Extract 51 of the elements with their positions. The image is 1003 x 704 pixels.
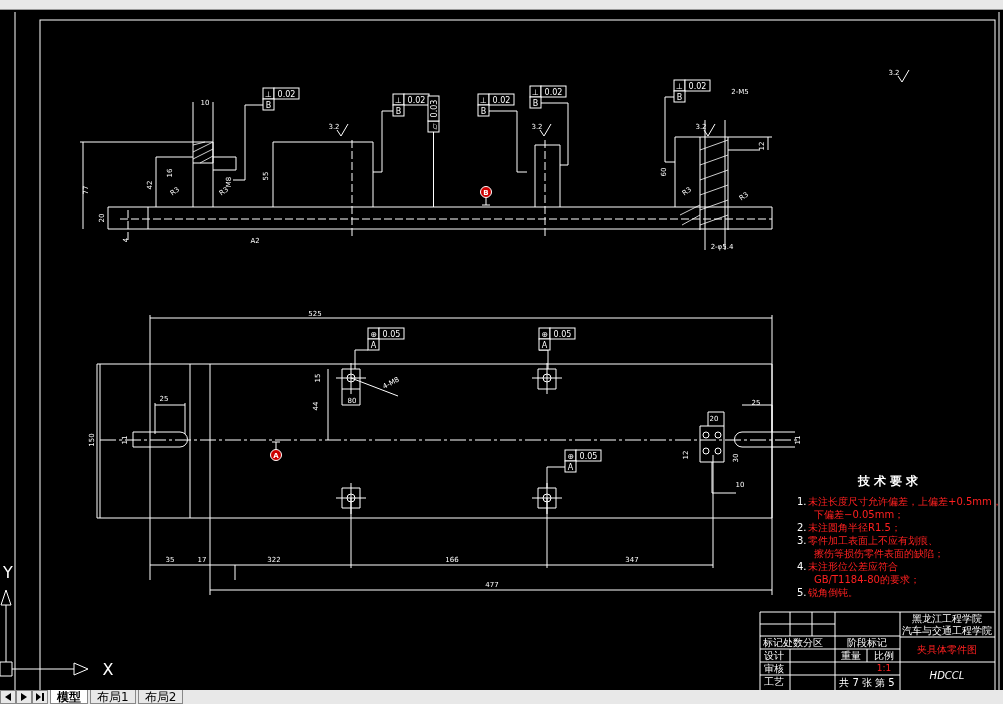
right-arrow-icon [21, 693, 27, 701]
tolerance-frame: ⊥ 0.02 B [673, 79, 711, 103]
list-number: 5. [797, 587, 807, 598]
list-number: 2. [797, 522, 807, 533]
leader-line [354, 349, 369, 370]
requirement-text: 零件加工表面上不应有划痕、 [808, 535, 938, 546]
tolerance-frame: ⊥ 0.02 B [477, 93, 515, 117]
title-block-label: 重量 [841, 650, 861, 661]
school-name: 汽车与交通工程学院 [902, 625, 992, 636]
requirement-text: 擦伤等损伤零件表面的缺陷； [814, 548, 944, 559]
last-arrow-icon [36, 693, 44, 701]
tolerance-frame: ▱ 0.03 [427, 95, 440, 133]
requirement-text: GB/T1184-80的要求； [814, 574, 920, 585]
sheet-count: 共 7 张 第 5 [839, 677, 895, 688]
title-block-label: 标记处数分区 [763, 637, 823, 648]
layout-tab[interactable]: 布局2 [137, 690, 184, 704]
tolerance-frame: ⊕ 0.05 A [564, 449, 602, 473]
extension-line [704, 119, 726, 138]
title-block-label: 设计 [764, 650, 784, 661]
tolerance-frame: ⊕ 0.05 A [367, 327, 405, 351]
scale-value: 1:1 [876, 663, 892, 673]
previous-button[interactable] [0, 690, 16, 704]
leader-line [664, 96, 676, 163]
requirement-text: 下偏差−0.05mm； [814, 509, 905, 520]
next-button[interactable] [16, 690, 32, 704]
drawing-name: 夹具体零件图 [917, 644, 977, 655]
title-block-label: 比例 [874, 650, 894, 661]
list-number: 4. [797, 561, 807, 572]
title-block-label: 工艺 [764, 676, 784, 687]
axis-label: X [102, 660, 114, 679]
requirement-text: 未注形位公差应符合 [808, 561, 898, 572]
layout-tab[interactable]: 布局1 [90, 690, 136, 704]
title-block-label: 阶段标记 [847, 637, 887, 648]
tolerance-frame: ⊥ 0.02 B [529, 85, 567, 109]
requirement-text: 未注圆角半径R1.5； [808, 522, 901, 533]
tolerance-frame: ⊕ 0.05 A [538, 327, 576, 351]
leader-line [372, 110, 394, 173]
left-arrow-icon [5, 693, 11, 701]
layout-tab[interactable]: 模型 [50, 690, 88, 704]
drawing-number: HDCCL [929, 670, 965, 681]
axis-label: Y [3, 563, 13, 582]
requirements-title: 技 术 要 求 [857, 474, 919, 488]
requirement-text: 未注长度尺寸允许偏差，上偏差+0.5mm， [808, 496, 1002, 507]
tolerance-frame: ⊥ 0.02 B [262, 87, 300, 111]
list-number: 1. [797, 496, 807, 507]
title-block-label: 审核 [764, 663, 784, 674]
leader-line [350, 377, 399, 397]
requirement-text: 锐角倒钝。 [808, 587, 858, 598]
school-name: 黑龙江工程学院 [912, 613, 982, 624]
list-number: 3. [797, 535, 807, 546]
last-button[interactable] [32, 690, 48, 704]
